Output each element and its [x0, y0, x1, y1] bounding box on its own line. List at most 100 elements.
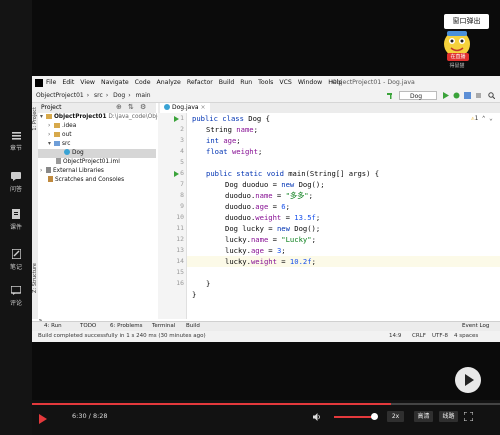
collapse-icon[interactable]: ⇅	[128, 103, 134, 111]
line-number: 12	[176, 235, 184, 243]
class-icon	[64, 149, 70, 155]
play-pause-button[interactable]	[39, 414, 47, 424]
code-line-14: lucky.weight = 10.2f;	[225, 257, 316, 266]
library-icon	[46, 167, 51, 173]
stop-icon[interactable]	[475, 92, 482, 99]
menu-edit[interactable]: Edit	[62, 79, 74, 86]
line-number: 11	[176, 224, 184, 232]
debug-icon[interactable]	[453, 92, 460, 99]
speed-button[interactable]: 2x	[387, 411, 404, 422]
menu-file[interactable]: File	[46, 79, 56, 86]
fullscreen-icon[interactable]	[464, 412, 473, 421]
inspection-warnings[interactable]: ⚠1 ⌃ ⌄	[471, 115, 493, 122]
popout-window-button[interactable]: 窗口弹出	[444, 14, 489, 29]
breadcrumb-class[interactable]: Dog	[113, 92, 125, 99]
run-icon[interactable]	[442, 92, 449, 99]
menu-run[interactable]: Run	[240, 79, 252, 86]
course-sidebar: 章节 问答 课件 笔记 评论	[0, 0, 32, 435]
tab-terminal[interactable]: Terminal	[152, 323, 175, 329]
big-play-button[interactable]	[455, 367, 481, 393]
line-number: 1	[180, 114, 184, 122]
code-line-2: String name;	[206, 125, 258, 134]
volume-fill	[334, 416, 371, 418]
live-badge: 在直播	[447, 53, 469, 61]
file-encoding[interactable]: UTF-8	[432, 333, 448, 339]
comment-icon	[11, 286, 21, 295]
menu-view[interactable]: View	[80, 79, 95, 86]
sidebar-item-chapters[interactable]: 章节	[0, 131, 32, 152]
tab-build[interactable]: Build	[186, 323, 200, 329]
gutter-run-icon[interactable]	[174, 116, 179, 122]
coverage-icon[interactable]	[464, 92, 471, 99]
breadcrumb-method[interactable]: main	[136, 92, 151, 99]
status-bar: Build completed successfully in 1 s 240 …	[32, 331, 500, 342]
breadcrumb-src[interactable]: src	[94, 92, 103, 99]
progress-bar[interactable]	[32, 403, 500, 405]
menu-bar: File Edit View Navigate Code Analyze Ref…	[32, 76, 500, 90]
folder-icon	[54, 123, 60, 128]
menu-window[interactable]: Window	[298, 79, 322, 86]
time-display: 6:30 / 8:28	[72, 412, 108, 420]
sidebar-item-label: 笔记	[9, 264, 22, 271]
line-number: 14	[176, 257, 184, 265]
indent-setting[interactable]: 4 spaces	[454, 333, 478, 339]
gear-icon[interactable]: ⚙	[140, 103, 146, 111]
sidebar-item-notes[interactable]: 笔记	[0, 249, 32, 271]
code-line-13: lucky.age = 3;	[225, 246, 286, 255]
line-separator[interactable]: CRLF	[412, 333, 426, 339]
menu-refactor[interactable]: Refactor	[187, 79, 213, 86]
tree-item[interactable]: › .idea	[48, 122, 76, 131]
play-icon	[465, 374, 474, 386]
tree-item[interactable]: › out	[48, 131, 72, 140]
menu-build[interactable]: Build	[219, 79, 235, 86]
menu-tools[interactable]: Tools	[258, 79, 273, 86]
tree-item[interactable]: ▾ src	[48, 140, 70, 149]
tree-item-selected[interactable]: Dog	[38, 149, 156, 158]
menu-code[interactable]: Code	[135, 79, 151, 86]
tab-run[interactable]: 4: Run	[44, 323, 62, 329]
hammer-icon[interactable]	[387, 92, 394, 99]
search-icon[interactable]	[488, 92, 495, 99]
progress-fill	[32, 403, 391, 405]
source-folder-icon	[54, 141, 60, 146]
breadcrumb: ObjectProject01 › src › Dog › main	[36, 92, 151, 99]
code-editor[interactable]: ⚠1 ⌃ ⌄ public class Dog { String name; i…	[187, 113, 500, 319]
breadcrumb-project[interactable]: ObjectProject01	[36, 92, 84, 99]
sidebar-item-label: 章节	[9, 145, 22, 152]
gutter-run-icon[interactable]	[174, 171, 179, 177]
line-number: 16	[176, 279, 184, 287]
tab-todo[interactable]: TODO	[80, 323, 96, 329]
window-title: ObjectProject01 - Dog.java	[332, 79, 415, 86]
tab-problems[interactable]: 6: Problems	[110, 323, 142, 329]
list-icon	[11, 132, 21, 140]
sidebar-item-courseware[interactable]: 课件	[0, 209, 32, 231]
menu-vcs[interactable]: VCS	[279, 79, 291, 86]
close-tab-icon[interactable]: ×	[201, 104, 206, 111]
status-message[interactable]: Build completed successfully in 1 s 240 …	[38, 333, 206, 339]
tree-item[interactable]: ObjectProject01.iml	[56, 158, 120, 167]
sidebar-item-label: 课件	[9, 224, 22, 231]
iml-file-icon	[56, 158, 61, 164]
cursor-position[interactable]: 14:9	[389, 333, 401, 339]
intellij-logo-icon	[35, 79, 43, 87]
route-button[interactable]: 线路	[439, 411, 458, 422]
run-configuration-select[interactable]: Dog	[399, 91, 437, 100]
line-number: 10	[176, 213, 184, 221]
sidebar-item-comments[interactable]: 评论	[0, 286, 32, 307]
volume-icon[interactable]	[313, 413, 321, 421]
code-line-12: lucky.name = "Lucky";	[225, 235, 316, 244]
locate-icon[interactable]: ⊕	[116, 103, 122, 111]
tree-item[interactable]: › External Libraries	[40, 167, 104, 176]
sidebar-item-qa[interactable]: 问答	[0, 172, 32, 193]
quality-button[interactable]: 高清	[414, 411, 433, 422]
menu-analyze[interactable]: Analyze	[156, 79, 180, 86]
line-number: 9	[180, 202, 184, 210]
duration: 8:28	[92, 412, 108, 420]
code-line-8: duoduo.name = "多多";	[225, 191, 313, 200]
volume-knob[interactable]	[371, 413, 378, 420]
sidebar-item-label: 评论	[9, 300, 22, 307]
menu-navigate[interactable]: Navigate	[101, 79, 129, 86]
tab-event-log[interactable]: Event Log	[462, 323, 489, 329]
tree-item[interactable]: Scratches and Consoles	[48, 176, 124, 185]
project-view-select[interactable]: Project	[41, 104, 62, 111]
